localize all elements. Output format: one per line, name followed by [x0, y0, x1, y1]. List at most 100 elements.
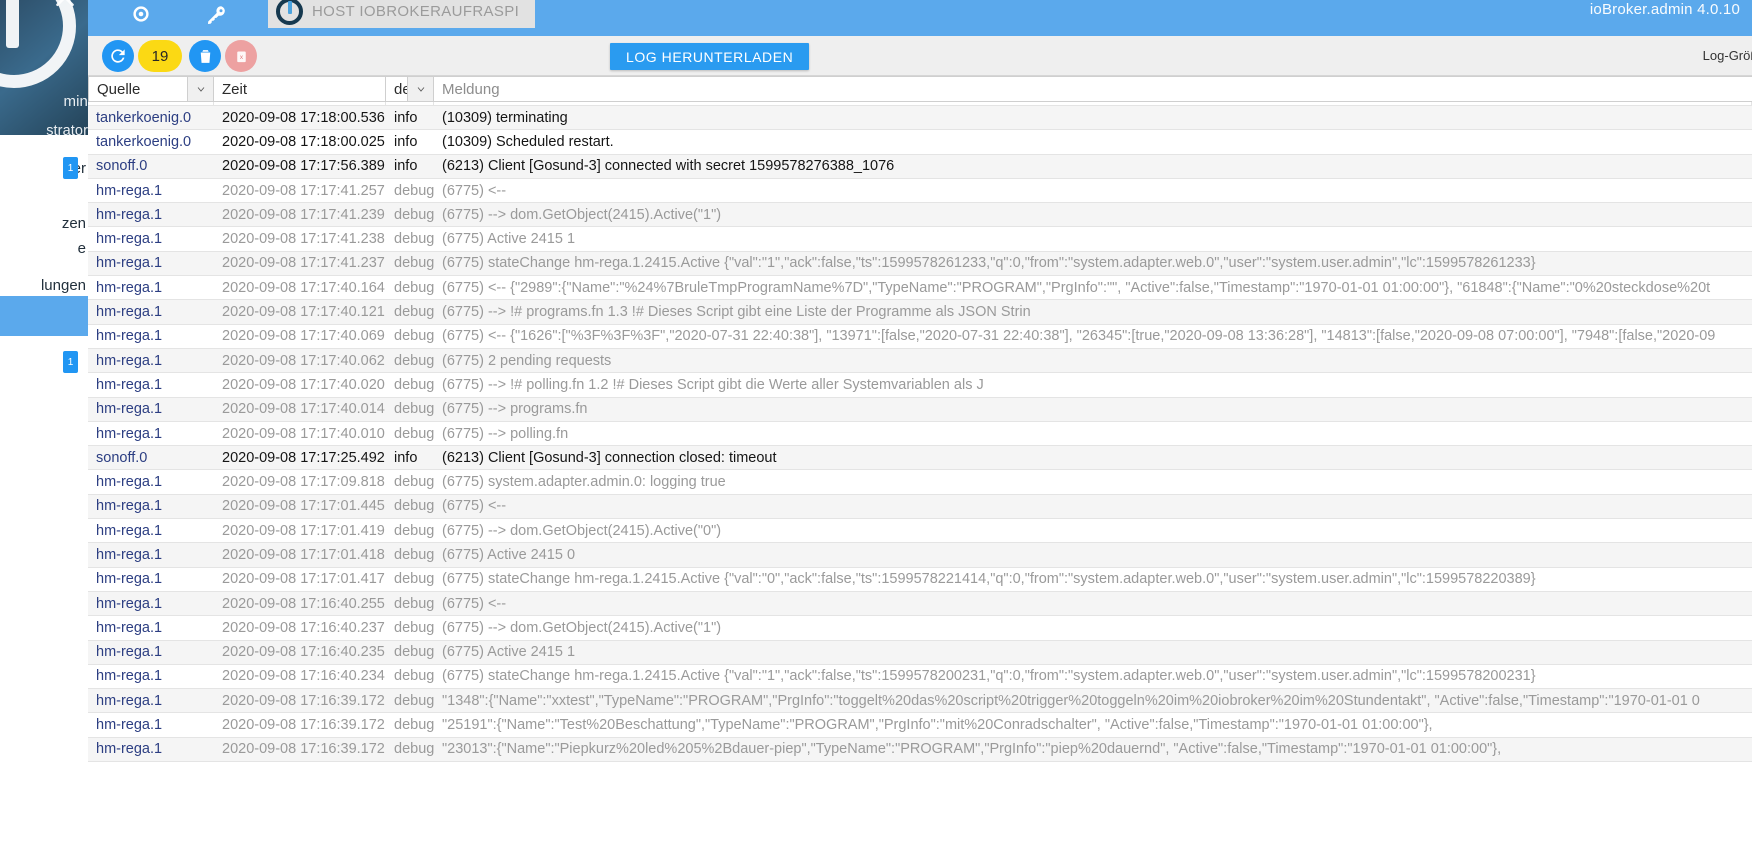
table-row[interactable]: hm-rega.1 2020-09-08 17:16:40.237 debug (67… — [88, 616, 1752, 641]
source-filter-dropdown[interactable] — [187, 77, 213, 101]
cell-message: "23013":{"Name":"Piepkurz%20led%205%2Bda… — [442, 741, 1502, 758]
table-row[interactable]: tankerkoenig.0 2020-09-08 17:18:00.536 inf… — [88, 106, 1752, 131]
iobroker-admin-log-page: min strator er 1 zen e lungen 1 HOST IOBROKER… — [0, 0, 1752, 850]
table-row[interactable]: hm-rega.1 2020-09-08 17:17:41.257 debug (67… — [88, 178, 1752, 204]
table-row[interactable]: hm-rega.1 2020-09-08 17:17:40.014 debug (67… — [88, 397, 1752, 422]
cell-message: (6775) <-- — [442, 595, 507, 612]
cell-message: (6775) stateChange hm-rega.1.2415.Active… — [442, 668, 1536, 685]
cell-time: 2020-09-08 17:16:40.237 — [222, 619, 385, 636]
table-row[interactable]: hm-rega.1 2020-09-08 17:17:01.445 debug (67… — [88, 494, 1752, 520]
cell-source: tankerkoenig.0 — [96, 133, 192, 150]
cell-time: 2020-09-08 17:17:40.020 — [222, 376, 385, 393]
table-row[interactable]: sonoff.0 2020-09-08 17:17:25.492 info (6213… — [88, 446, 1752, 471]
cell-message: "25191":{"Name":"Test%20Beschattung","Ty… — [442, 717, 1433, 734]
cell-source: hm-rega.1 — [96, 619, 163, 636]
cell-level: debug — [394, 546, 434, 563]
chevron-up-icon[interactable] — [50, 0, 80, 16]
cell-time: 2020-09-08 17:17:09.818 — [222, 474, 385, 491]
table-row[interactable]: sonoff.0 2020-09-08 17:17:56.389 info (6213… — [88, 154, 1752, 179]
table-row[interactable]: hm-rega.1 2020-09-08 17:16:40.235 debug (67… — [88, 640, 1752, 665]
sidebar-item-badge: 1 — [63, 157, 78, 179]
cell-level: debug — [394, 644, 434, 661]
sidebar-item-5[interactable]: 1 — [0, 342, 88, 382]
clear-errors-button[interactable]: x — [225, 40, 257, 72]
sidebar-item-0[interactable]: er 1 — [0, 148, 88, 188]
table-row[interactable]: hm-rega.1 2020-09-08 17:16:39.172 debug "13… — [88, 689, 1752, 714]
table-row[interactable]: hm-rega.1 2020-09-08 17:17:41.237 debug (67… — [88, 251, 1752, 277]
log-count-badge[interactable]: 19 — [138, 40, 182, 72]
cell-source: hm-rega.1 — [96, 571, 163, 588]
cell-level: debug — [394, 522, 434, 539]
sidebar-username: min — [63, 93, 88, 110]
sidebar-item-badge: 1 — [63, 351, 78, 373]
cell-source: hm-rega.1 — [96, 206, 163, 223]
eye-icon[interactable] — [124, 0, 158, 30]
table-row[interactable]: hm-rega.1 2020-09-08 17:17:40.121 debug (67… — [88, 300, 1752, 325]
cell-time: 2020-09-08 17:18:00.536 — [222, 109, 385, 126]
cell-source: hm-rega.1 — [96, 279, 163, 296]
table-row[interactable]: hm-rega.1 2020-09-08 17:17:40.020 debug (67… — [88, 373, 1752, 398]
table-row[interactable]: hm-rega.1 2020-09-08 17:17:40.164 debug (67… — [88, 276, 1752, 301]
host-selector-button[interactable]: HOST IOBROKERAUFRASPI — [268, 0, 536, 28]
cell-source: hm-rega.1 — [96, 352, 163, 369]
cell-level: debug — [394, 498, 434, 515]
cell-level: debug — [394, 376, 434, 393]
cell-message: (6775) --> dom.GetObject(2415).Active("1… — [442, 619, 722, 636]
sidebar-userrole: strator — [46, 123, 88, 135]
download-log-button[interactable]: LOG HERUNTERLADEN — [610, 43, 810, 70]
column-header-message[interactable]: Meldung — [434, 76, 1752, 101]
cell-time: 2020-09-08 17:17:56.389 — [222, 158, 385, 175]
table-row[interactable]: hm-rega.1 2020-09-08 17:16:40.255 debug (67… — [88, 591, 1752, 617]
cell-time: 2020-09-08 17:17:40.069 — [222, 328, 385, 345]
level-filter-dropdown[interactable] — [407, 77, 433, 101]
cell-message: (6775) <-- — [442, 182, 507, 199]
cell-message: (6775) --> !# programs.fn 1.3 !# Dieses … — [442, 304, 1031, 321]
cell-time: 2020-09-08 17:17:41.239 — [222, 206, 385, 223]
cell-message: (6775) --> dom.GetObject(2415).Active("1… — [442, 206, 722, 223]
log-table-body: tankerkoenig.0 2020-09-08 17:18:00.536 inf… — [88, 106, 1752, 763]
table-row[interactable]: hm-rega.1 2020-09-08 17:17:01.419 debug (67… — [88, 519, 1752, 544]
table-row[interactable]: hm-rega.1 2020-09-08 17:17:40.069 debug (67… — [88, 324, 1752, 349]
table-row[interactable]: hm-rega.1 2020-09-08 17:16:40.234 debug (67… — [88, 664, 1752, 690]
table-row[interactable]: hm-rega.1 2020-09-08 17:17:41.238 debug (67… — [88, 227, 1752, 252]
key-icon[interactable] — [200, 0, 234, 30]
cell-source: hm-rega.1 — [96, 182, 163, 199]
table-row[interactable]: hm-rega.1 2020-09-08 17:17:41.239 debug (67… — [88, 203, 1752, 228]
table-row[interactable]: tankerkoenig.0 2020-09-08 17:18:00.025 inf… — [88, 130, 1752, 155]
sidebar-item-4[interactable] — [0, 296, 88, 336]
cell-time: 2020-09-08 17:16:39.172 — [222, 741, 385, 758]
cell-level: debug — [394, 571, 434, 588]
cell-time: 2020-09-08 17:17:40.010 — [222, 425, 385, 442]
refresh-button[interactable] — [102, 40, 134, 72]
cell-message: (6775) system.adapter.admin.0: logging t… — [442, 474, 726, 491]
cell-level: debug — [394, 401, 434, 418]
host-button-label: HOST IOBROKERAUFRASPI — [312, 2, 520, 20]
table-row[interactable]: hm-rega.1 2020-09-08 17:16:39.172 debug "23… — [88, 737, 1752, 763]
table-row[interactable]: hm-rega.1 2020-09-08 17:17:01.418 debug (67… — [88, 543, 1752, 568]
cell-message: (10309) terminating — [442, 109, 568, 126]
cell-time: 2020-09-08 17:16:40.234 — [222, 668, 385, 685]
cell-time: 2020-09-08 17:17:25.492 — [222, 449, 385, 466]
sidebar-item-2[interactable]: e — [0, 228, 88, 268]
cell-source: hm-rega.1 — [96, 595, 163, 612]
table-row[interactable]: hm-rega.1 2020-09-08 17:16:39.172 debug "25… — [88, 713, 1752, 738]
cell-level: debug — [394, 717, 434, 734]
cell-level: debug — [394, 328, 434, 345]
cell-time: 2020-09-08 17:17:41.237 — [222, 255, 385, 272]
table-row[interactable]: hm-rega.1 2020-09-08 17:17:40.010 debug (67… — [88, 421, 1752, 447]
cell-message: (6213) Client [Gosund-3] connection clos… — [442, 449, 777, 466]
cell-time: 2020-09-08 17:17:01.419 — [222, 522, 385, 539]
cell-source: tankerkoenig.0 — [96, 109, 192, 126]
clear-log-button[interactable] — [189, 40, 221, 72]
cell-source: hm-rega.1 — [96, 304, 163, 321]
cell-source: sonoff.0 — [96, 158, 148, 175]
cell-level: debug — [394, 182, 434, 199]
cell-level: debug — [394, 595, 434, 612]
table-row[interactable]: hm-rega.1 2020-09-08 17:17:01.417 debug (67… — [88, 567, 1752, 592]
app-version-label: ioBroker.admin 4.0.10 — [1589, 1, 1740, 18]
table-row[interactable]: hm-rega.1 2020-09-08 17:17:40.062 debug (67… — [88, 348, 1752, 374]
cell-level: debug — [394, 255, 434, 272]
log-size-label: Log-Größe: 2 — [1702, 48, 1752, 63]
table-row[interactable]: hm-rega.1 2020-09-08 17:17:09.818 debug (67… — [88, 470, 1752, 495]
log-table-header: Quelle Zeit de Meldung — [88, 76, 1752, 102]
